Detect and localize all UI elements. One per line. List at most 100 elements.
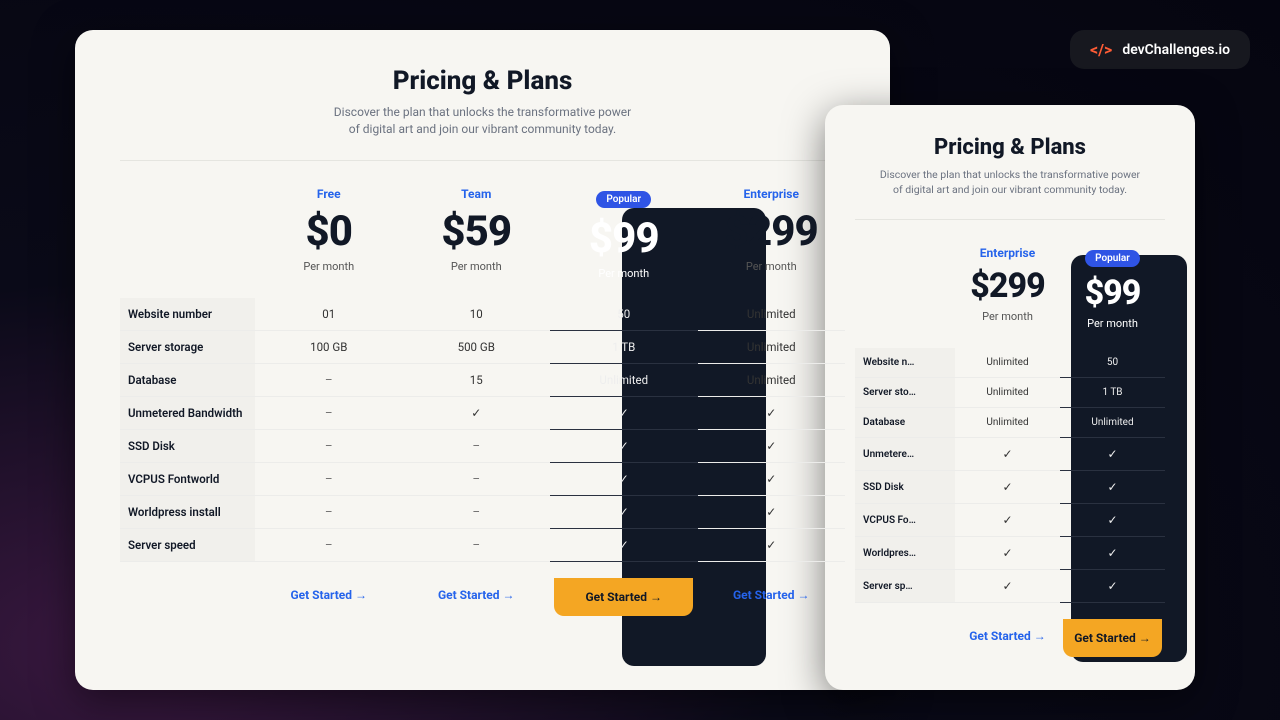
feature-cell: Unlimited <box>955 378 1060 408</box>
feature-cell: 500 GB <box>403 331 551 364</box>
feature-cell <box>698 463 846 496</box>
feature-cell <box>550 496 698 529</box>
feature-cell <box>955 471 1060 504</box>
feature-cell: Unlimited <box>698 298 846 331</box>
feature-cell <box>955 438 1060 471</box>
pricing-subtitle: Discover the plan that unlocks the trans… <box>120 104 845 138</box>
feature-cell <box>255 496 403 529</box>
feature-cell: 15 <box>403 364 551 397</box>
feature-label: Worldpress install <box>120 496 255 529</box>
feature-label: Website n… <box>855 348 955 378</box>
feature-cell <box>403 529 551 562</box>
feature-cell <box>403 496 551 529</box>
brand-text: devChallenges.io <box>1122 42 1230 58</box>
get-started-button[interactable]: Get Started <box>1063 619 1162 657</box>
feature-cell <box>698 430 846 463</box>
feature-cell: 1 TB <box>550 331 698 364</box>
plan-price: $59 <box>407 207 547 256</box>
feature-cell: 50 <box>1060 348 1165 378</box>
plan-name: Team <box>407 187 547 201</box>
feature-cell: 100 GB <box>255 331 403 364</box>
feature-cell: 50 <box>550 298 698 331</box>
feature-cell: 1 TB <box>1060 378 1165 408</box>
feature-cell <box>955 537 1060 570</box>
feature-cell: Unlimited <box>550 364 698 397</box>
feature-cell <box>403 463 551 496</box>
feature-cell: Unlimited <box>698 331 846 364</box>
get-started-button[interactable]: Get Started <box>727 578 816 612</box>
pricing-header: Pricing & Plans Discover the plan that u… <box>855 135 1165 197</box>
feature-cell: Unlimited <box>955 408 1060 438</box>
plan-header-popular: Popular $99 Per month <box>1060 240 1165 348</box>
brand-logo-icon: </> <box>1090 40 1112 59</box>
feature-cell <box>550 430 698 463</box>
feature-cell <box>550 529 698 562</box>
get-started-button[interactable]: Get Started <box>554 578 693 616</box>
per-month-label: Per month <box>702 260 842 273</box>
plan-price: $299 <box>702 207 842 256</box>
plan-name: Enterprise <box>959 246 1056 260</box>
feature-cell <box>1060 471 1165 504</box>
plan-header-popular: Popular $99 Per month <box>550 181 698 298</box>
per-month-label: Per month <box>554 267 694 280</box>
get-started-button[interactable]: Get Started <box>963 619 1052 653</box>
feature-label: Server speed <box>120 529 255 562</box>
feature-cell <box>255 397 403 430</box>
popular-pill: Popular <box>1085 250 1140 267</box>
pricing-title: Pricing & Plans <box>120 66 845 96</box>
feature-cell <box>550 397 698 430</box>
feature-cell <box>255 463 403 496</box>
pricing-subtitle: Discover the plan that unlocks the trans… <box>855 168 1165 197</box>
feature-cell <box>955 504 1060 537</box>
per-month-label: Per month <box>959 310 1056 323</box>
feature-label: VCPUS Fo… <box>855 504 955 537</box>
get-started-button[interactable]: Get Started <box>432 578 521 612</box>
feature-label: VCPUS Fontworld <box>120 463 255 496</box>
plan-price: $0 <box>259 207 399 256</box>
feature-cell <box>550 463 698 496</box>
divider <box>120 160 845 161</box>
plan-name: Enterprise <box>702 187 842 201</box>
per-month-label: Per month <box>259 260 399 273</box>
feature-cell <box>1060 504 1165 537</box>
feature-cell: 01 <box>255 298 403 331</box>
plan-name: Free <box>259 187 399 201</box>
feature-label: Website number <box>120 298 255 331</box>
plan-price: $99 <box>554 214 694 263</box>
feature-cell <box>403 397 551 430</box>
feature-cell <box>1060 438 1165 471</box>
feature-label: Server storage <box>120 331 255 364</box>
feature-label: Unmetere… <box>855 438 955 471</box>
feature-label: Server sto… <box>855 378 955 408</box>
feature-label: Database <box>120 364 255 397</box>
feature-cell <box>255 430 403 463</box>
plan-header-enterprise: Enterprise $299 Per month <box>955 240 1060 348</box>
feature-cell <box>255 364 403 397</box>
pricing-title: Pricing & Plans <box>855 135 1165 160</box>
divider <box>855 219 1165 220</box>
per-month-label: Per month <box>1064 317 1161 330</box>
popular-pill: Popular <box>596 191 651 208</box>
per-month-label: Per month <box>407 260 547 273</box>
pricing-card-mobile: Pricing & Plans Discover the plan that u… <box>825 105 1195 690</box>
get-started-button[interactable]: Get Started <box>284 578 373 612</box>
feature-label: Server sp… <box>855 570 955 603</box>
feature-cell: Unlimited <box>1060 408 1165 438</box>
feature-cell <box>698 496 846 529</box>
feature-cell: Unlimited <box>698 364 846 397</box>
feature-cell <box>955 570 1060 603</box>
feature-cell <box>698 397 846 430</box>
plan-header-free: Free $0 Per month <box>255 181 403 298</box>
pricing-card-desktop: Pricing & Plans Discover the plan that u… <box>75 30 890 690</box>
feature-cell: 10 <box>403 298 551 331</box>
feature-label: Worldpres… <box>855 537 955 570</box>
feature-cell <box>403 430 551 463</box>
feature-label: SSD Disk <box>120 430 255 463</box>
feature-cell <box>255 529 403 562</box>
plan-price: $99 <box>1064 273 1161 313</box>
feature-label: SSD Disk <box>855 471 955 504</box>
brand-badge[interactable]: </> devChallenges.io <box>1070 30 1250 69</box>
feature-cell: Unlimited <box>955 348 1060 378</box>
plan-price: $299 <box>959 266 1056 306</box>
feature-cell <box>698 529 846 562</box>
